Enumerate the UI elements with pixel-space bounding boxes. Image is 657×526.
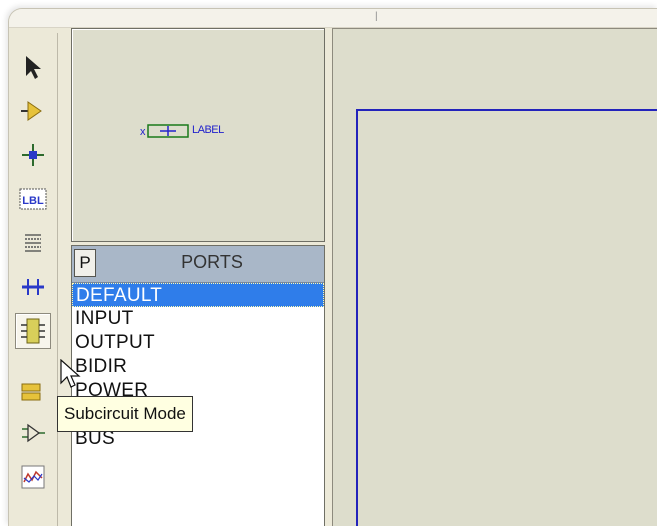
junction-dot-icon	[22, 144, 44, 166]
terminals-mode-button[interactable]	[15, 373, 51, 409]
graph-icon	[21, 465, 45, 489]
port-item-input[interactable]: INPUT	[72, 307, 324, 331]
pick-button[interactable]: P	[74, 249, 96, 277]
ports-object-selector: P PORTS DEFAULT INPUT OUTPUT BIDIR POWER…	[71, 245, 325, 526]
port-item-default[interactable]: DEFAULT	[72, 283, 324, 307]
svg-text:LBL: LBL	[22, 195, 44, 207]
subcircuit-icon	[21, 318, 45, 344]
schematic-editor-window: | LBL x LABEL P PORTS DEFAULT INPUT OUTP…	[8, 8, 657, 526]
wire-label-icon: LBL	[19, 188, 47, 210]
text-script-mode-button[interactable]	[15, 225, 51, 261]
mode-toolbar: LBL	[9, 33, 58, 526]
overview-preview-window[interactable]: x LABEL	[71, 28, 325, 242]
component-mode-button[interactable]	[15, 93, 51, 129]
text-script-icon	[25, 234, 41, 252]
device-pins-mode-button[interactable]	[15, 415, 51, 451]
mouse-cursor-icon	[60, 359, 81, 388]
schematic-canvas[interactable]	[332, 28, 657, 526]
graph-mode-button[interactable]	[15, 459, 51, 495]
ports-title: PORTS	[181, 252, 243, 272]
arrow-pointer-icon	[26, 56, 41, 79]
subcircuit-mode-tooltip: Subcircuit Mode	[57, 396, 193, 432]
svg-text:x: x	[140, 126, 146, 138]
port-item-bidir[interactable]: BIDIR	[72, 355, 324, 379]
terminal-icon	[21, 383, 41, 401]
selection-mode-button[interactable]	[15, 49, 51, 85]
component-icon	[21, 101, 42, 121]
preview-label-text: LABEL	[192, 124, 224, 136]
ports-header: P PORTS	[72, 246, 324, 283]
sheet-border	[356, 109, 657, 526]
junction-dot-mode-button[interactable]	[15, 137, 51, 173]
wire-label-mode-button[interactable]: LBL	[15, 181, 51, 217]
buses-mode-button[interactable]	[15, 269, 51, 305]
bus-icon	[22, 279, 44, 295]
port-item-output[interactable]: OUTPUT	[72, 331, 324, 355]
top-strip: |	[9, 9, 657, 28]
device-pin-icon	[22, 423, 45, 443]
ruler-mark: |	[375, 11, 378, 22]
subcircuit-mode-button[interactable]	[15, 313, 51, 349]
